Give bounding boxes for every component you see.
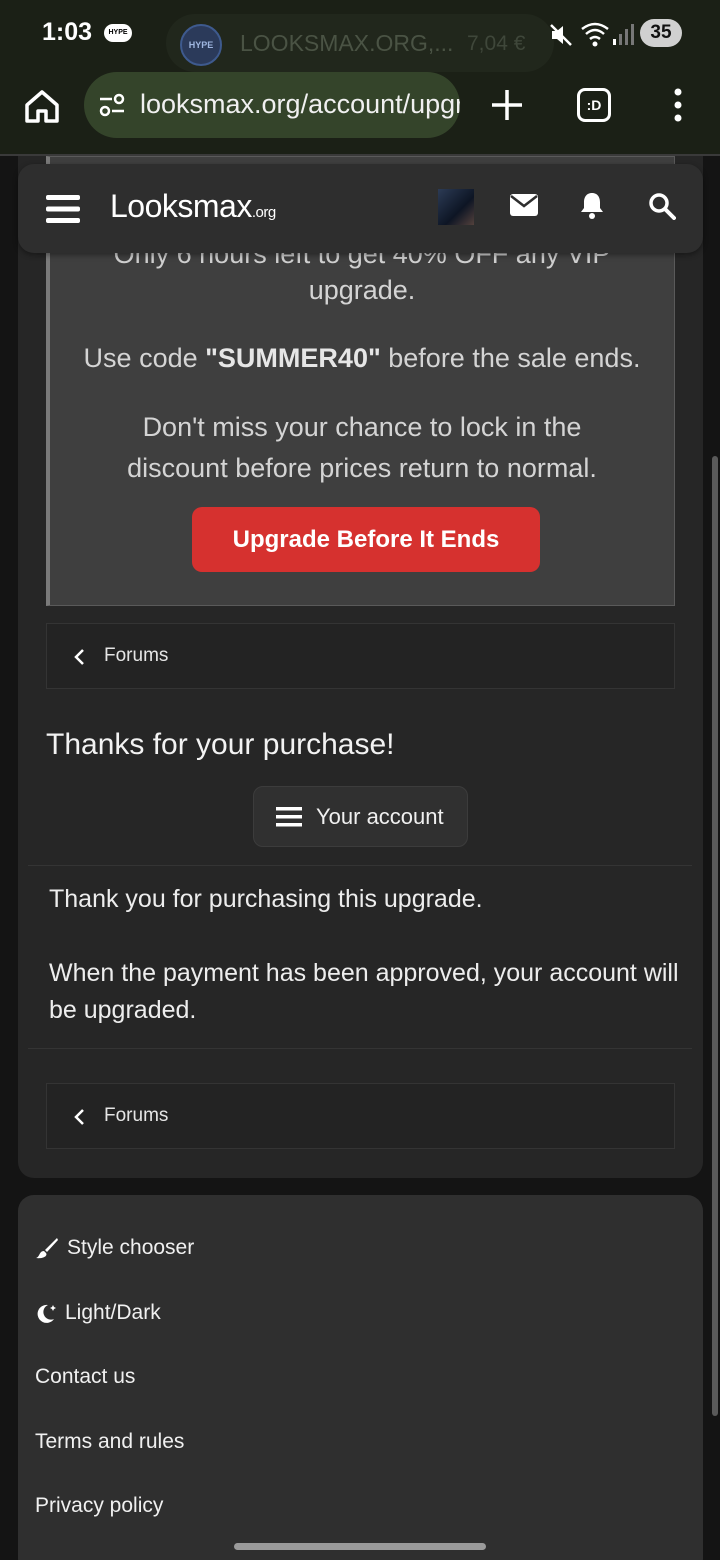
site-navbar: Looksmax.org (18, 164, 703, 253)
site-logo[interactable]: Looksmax.org (110, 188, 276, 225)
logo-suffix: .org (251, 204, 276, 221)
footer-contact-us[interactable]: Contact us (35, 1365, 135, 1389)
status-time: 1:03 (42, 18, 93, 46)
brush-icon (36, 1238, 58, 1259)
page-title: Thanks for your purchase! (46, 728, 395, 761)
your-account-label[interactable]: Your account (316, 804, 444, 830)
hype-notification-icon: HYPE (104, 24, 132, 42)
page-scrollbar[interactable] (712, 456, 718, 1416)
footer-light-dark[interactable]: Light/Dark (35, 1301, 161, 1325)
mail-icon[interactable] (510, 194, 538, 216)
user-avatar[interactable] (438, 189, 474, 225)
media-title: LOOKSMAX.ORG,... (240, 30, 454, 56)
search-icon[interactable] (648, 192, 676, 220)
bell-icon[interactable] (579, 191, 605, 219)
footer-terms[interactable]: Terms and rules (35, 1430, 184, 1454)
url-text[interactable]: looksmax.org/account/upgrade-purchase (140, 89, 460, 120)
footer-light-dark-label[interactable]: Light/Dark (65, 1301, 161, 1325)
notice-line-chance: Don't miss your chance to lock in the (142, 412, 582, 442)
hamburger-menu-icon[interactable] (46, 194, 80, 224)
breadcrumb-top[interactable]: Forums (46, 623, 675, 689)
notice-code-suffix: before the sale ends. (380, 343, 641, 373)
approval-message: When the payment has been approved, your… (49, 959, 679, 1024)
new-tab-icon[interactable] (488, 86, 526, 124)
moon-icon (37, 1304, 56, 1323)
mute-icon (550, 24, 572, 46)
logo-text: Looksmax (110, 188, 252, 224)
divider (28, 865, 692, 866)
battery-indicator: 35 (640, 19, 682, 47)
breadcrumb-label[interactable]: Forums (104, 645, 168, 667)
chevron-left-icon (74, 649, 84, 665)
chevron-left-icon (74, 1109, 84, 1125)
more-menu-icon[interactable] (666, 88, 690, 122)
footer-privacy[interactable]: Privacy policy (35, 1494, 163, 1518)
media-app-icon: HYPE (180, 24, 222, 66)
list-icon (276, 807, 302, 827)
media-price: 7,04 € (467, 32, 526, 55)
upgrade-button[interactable]: Upgrade Before It Ends (192, 507, 540, 572)
browser-chrome: 1:03 HYPE HYPE LOOKSMAX.ORG,... 7,04 € 3… (0, 0, 720, 156)
your-account-button[interactable]: Your account (253, 786, 468, 847)
signal-icon (613, 24, 634, 45)
notice-code-prefix: Use code (83, 343, 206, 373)
footer-style-chooser-label[interactable]: Style chooser (67, 1236, 194, 1260)
tab-switcher-button[interactable]: :D (577, 88, 611, 122)
divider (28, 1048, 692, 1049)
notice-line-upgrade: upgrade. (308, 275, 416, 305)
wifi-icon (581, 22, 609, 47)
home-icon[interactable] (22, 86, 62, 126)
gesture-home-indicator[interactable] (234, 1543, 486, 1550)
footer-style-chooser[interactable]: Style chooser (35, 1236, 194, 1260)
site-settings-icon[interactable] (98, 92, 126, 118)
breadcrumb-label[interactable]: Forums (104, 1105, 168, 1127)
purchase-message: Thank you for purchasing this upgrade. (49, 885, 483, 913)
promo-code: "SUMMER40" (205, 343, 381, 373)
notice-code-line: Use code "SUMMER40" before the sale ends… (50, 338, 674, 379)
breadcrumb-bottom[interactable]: Forums (46, 1083, 675, 1149)
notice-line-discount: discount before prices return to normal. (127, 453, 597, 483)
url-bar[interactable]: looksmax.org/account/upgrade-purchase (84, 72, 460, 138)
